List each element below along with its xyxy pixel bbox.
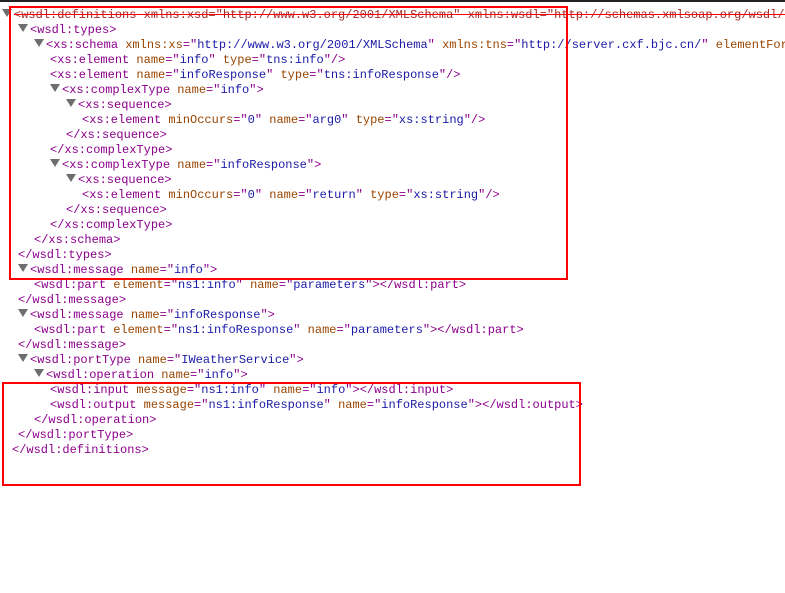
msg-info-part: <wsdl:part element="ns1:info" name="para… <box>2 278 785 293</box>
msg-inforesp-open: <wsdl:message name="infoResponse"> <box>2 308 785 323</box>
porttype-open: <wsdl:portType name="IWeatherService"> <box>2 353 785 368</box>
root-close: </wsdl:definitions> <box>2 443 785 458</box>
schema-close: </xs:schema> <box>2 233 785 248</box>
op-open: <wsdl:operation name="info"> <box>2 368 785 383</box>
msg-inforesp-part: <wsdl:part element="ns1:infoResponse" na… <box>2 323 785 338</box>
op-close: </wsdl:operation> <box>2 413 785 428</box>
el-info: <xs:element name="info" type="tns:info"/… <box>2 53 785 68</box>
ct-info-close: </xs:complexType> <box>2 143 785 158</box>
ct-inforesp-seq-close: </xs:sequence> <box>2 203 785 218</box>
chevron-down-icon[interactable] <box>18 264 28 272</box>
ct-inforesp-open: <xs:complexType name="infoResponse"> <box>2 158 785 173</box>
types-open: <wsdl:types> <box>2 23 785 38</box>
op-input: <wsdl:input message="ns1:info" name="inf… <box>2 383 785 398</box>
msg-inforesp-close: </wsdl:message> <box>2 338 785 353</box>
ct-info-inner: <xs:element minOccurs="0" name="arg0" ty… <box>2 113 785 128</box>
chevron-down-icon[interactable] <box>18 354 28 362</box>
ct-inforesp-inner: <xs:element minOccurs="0" name="return" … <box>2 188 785 203</box>
chevron-down-icon[interactable] <box>18 24 28 32</box>
msg-info-open: <wsdl:message name="info"> <box>2 263 785 278</box>
ct-info-seq-close: </xs:sequence> <box>2 128 785 143</box>
ct-info-open: <xs:complexType name="info"> <box>2 83 785 98</box>
root-line: <wsdl:definitions xmlns:xsd="http://www.… <box>2 8 785 23</box>
chevron-down-icon[interactable] <box>50 84 60 92</box>
el-inforesp: <xs:element name="infoResponse" type="tn… <box>2 68 785 83</box>
chevron-down-icon[interactable] <box>50 159 60 167</box>
xml-tree: <wsdl:definitions xmlns:xsd="http://www.… <box>0 4 785 458</box>
chevron-down-icon[interactable] <box>66 99 76 107</box>
porttype-close: </wsdl:portType> <box>2 428 785 443</box>
types-close: </wsdl:types> <box>2 248 785 263</box>
chevron-down-icon[interactable] <box>34 369 44 377</box>
msg-info-close: </wsdl:message> <box>2 293 785 308</box>
ct-inforesp-close: </xs:complexType> <box>2 218 785 233</box>
ct-inforesp-seq-open: <xs:sequence> <box>2 173 785 188</box>
chevron-down-icon[interactable] <box>18 309 28 317</box>
chevron-down-icon[interactable] <box>66 174 76 182</box>
chevron-down-icon[interactable] <box>34 39 44 47</box>
chevron-down-icon[interactable] <box>2 9 12 17</box>
op-output: <wsdl:output message="ns1:infoResponse" … <box>2 398 785 413</box>
schema-open: <xs:schema xmlns:xs="http://www.w3.org/2… <box>2 38 785 53</box>
ct-info-seq-open: <xs:sequence> <box>2 98 785 113</box>
